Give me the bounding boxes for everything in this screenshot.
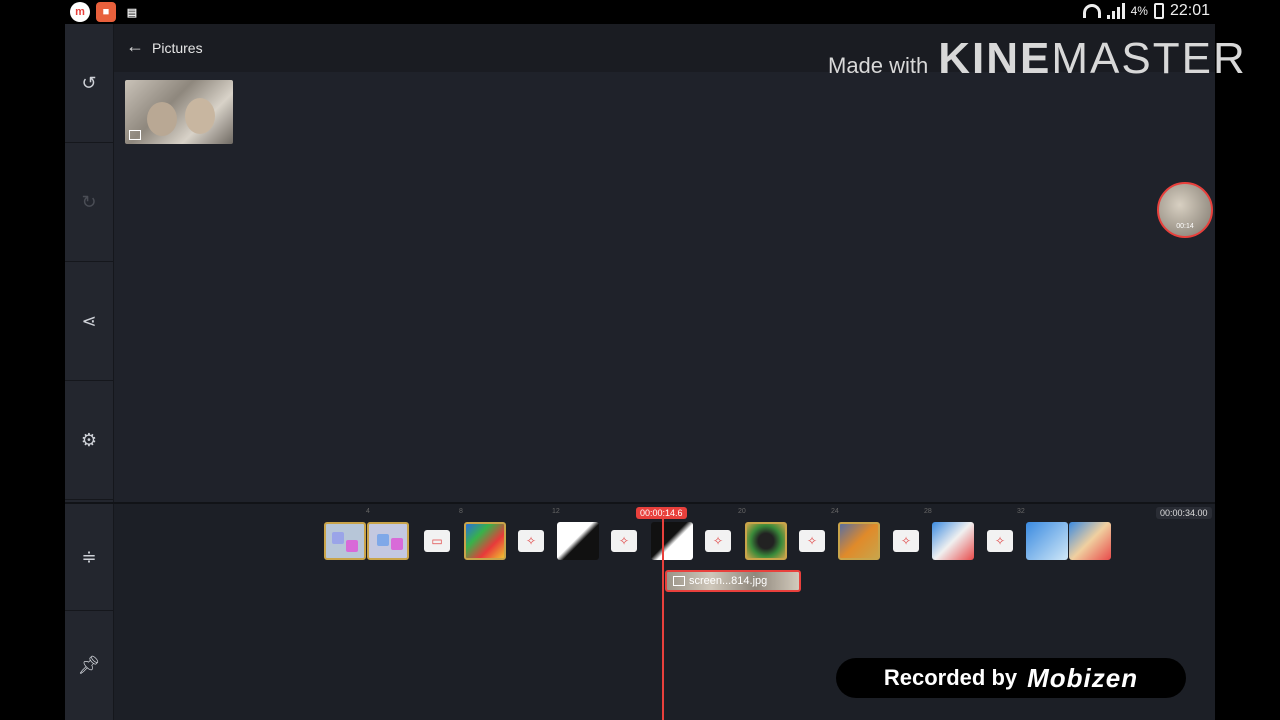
video-clip[interactable]: [1069, 522, 1111, 560]
gear-icon: ⚙: [80, 429, 98, 450]
battery-percent: 4%: [1130, 4, 1148, 18]
transition-icon[interactable]: ✧: [893, 530, 919, 552]
share-icon: ⋖: [81, 310, 97, 331]
transition-icon[interactable]: ✧: [611, 530, 637, 552]
image-layer-icon: [673, 576, 685, 586]
transition-icon[interactable]: ▭: [424, 530, 450, 552]
settings-button[interactable]: ⚙: [65, 381, 113, 500]
ruler-tick: 24: [831, 508, 839, 515]
clip-art: [377, 534, 389, 546]
signal-icon: [1106, 3, 1125, 19]
transition-icon[interactable]: ✧: [705, 530, 731, 552]
undo-icon: ↺: [81, 72, 97, 93]
media-thumbnail[interactable]: [125, 80, 233, 144]
layer-clip-label: screen...814.jpg: [689, 575, 768, 587]
ruler-tick: 4: [366, 508, 370, 515]
pin-icon: 📌︎: [77, 655, 101, 675]
watermark-made-with: Made with: [828, 53, 929, 78]
transition-icon[interactable]: ✧: [987, 530, 1013, 552]
mobizen-icon: m: [70, 2, 90, 22]
share-button[interactable]: ⋖: [65, 262, 113, 381]
recorded-by-label: Recorded by: [883, 665, 1018, 690]
undo-button[interactable]: ↺: [65, 24, 113, 143]
media-browser: [114, 72, 1215, 502]
ruler-tick: 8: [459, 508, 463, 515]
timeline-expand-button[interactable]: ≑: [65, 504, 113, 611]
clipboard-icon: ▤: [126, 6, 138, 19]
ruler-tick: 28: [924, 508, 932, 515]
bubble-time: 00:14: [1176, 223, 1194, 230]
expand-icon: ≑: [81, 546, 97, 567]
image-type-icon: [129, 130, 141, 140]
recording-bubble[interactable]: 00:14: [1157, 182, 1213, 238]
record-icon: ■: [96, 2, 116, 22]
battery-icon: [1153, 3, 1164, 19]
video-clip[interactable]: [1026, 522, 1068, 560]
kinemaster-watermark: Made with KINE MASTER: [828, 34, 1247, 84]
video-clip[interactable]: [324, 522, 366, 560]
pin-button[interactable]: 📌︎: [65, 611, 113, 720]
wifi-icon: [1082, 4, 1101, 18]
redo-button[interactable]: ↻: [65, 143, 113, 262]
transition-icon[interactable]: ✧: [518, 530, 544, 552]
playhead[interactable]: [662, 518, 664, 720]
status-right: 4% 22:01: [1082, 2, 1210, 20]
video-clip[interactable]: [557, 522, 599, 560]
end-time: 00:00:34.00: [1156, 507, 1212, 519]
video-clip[interactable]: [464, 522, 506, 560]
kinemaster-app: ↺ ↻ ⋖ ⚙ ≑ 📌︎ ← Pictures 4 8 12 20 24 28 …: [65, 24, 1215, 720]
recorded-by-badge: Recorded by Mobizen: [836, 658, 1186, 698]
ruler-tick: 32: [1017, 508, 1025, 515]
breadcrumb: Pictures: [152, 40, 203, 56]
image-layer-clip[interactable]: screen...814.jpg: [665, 570, 801, 592]
video-clip[interactable]: [367, 522, 409, 560]
video-clip[interactable]: [838, 522, 880, 560]
clip-art: [346, 540, 358, 552]
clip-art: [391, 538, 403, 550]
thumbnail-face: [147, 102, 177, 136]
status-bar: m ■ ▤ 4% 22:01: [0, 0, 1280, 24]
back-arrow-icon[interactable]: ←: [126, 36, 144, 57]
video-clip[interactable]: [932, 522, 974, 560]
video-clip[interactable]: [651, 522, 693, 560]
thumbnail-face: [185, 98, 215, 134]
clip-art: [332, 532, 344, 544]
clock: 22:01: [1169, 2, 1210, 19]
transition-icon[interactable]: ✧: [799, 530, 825, 552]
video-clip[interactable]: [745, 522, 787, 560]
ruler-tick: 20: [738, 508, 746, 515]
watermark-brand-kine: KINE: [938, 34, 1052, 83]
ruler-tick: 12: [552, 508, 560, 515]
recorder-brand-logo: Mobizen: [1027, 662, 1139, 693]
left-toolbar: ↺ ↻ ⋖ ⚙ ≑ 📌︎: [65, 24, 114, 720]
redo-icon: ↻: [81, 191, 97, 212]
status-left-icons: m ■ ▤: [70, 2, 142, 22]
watermark-brand-master: MASTER: [1051, 34, 1247, 83]
